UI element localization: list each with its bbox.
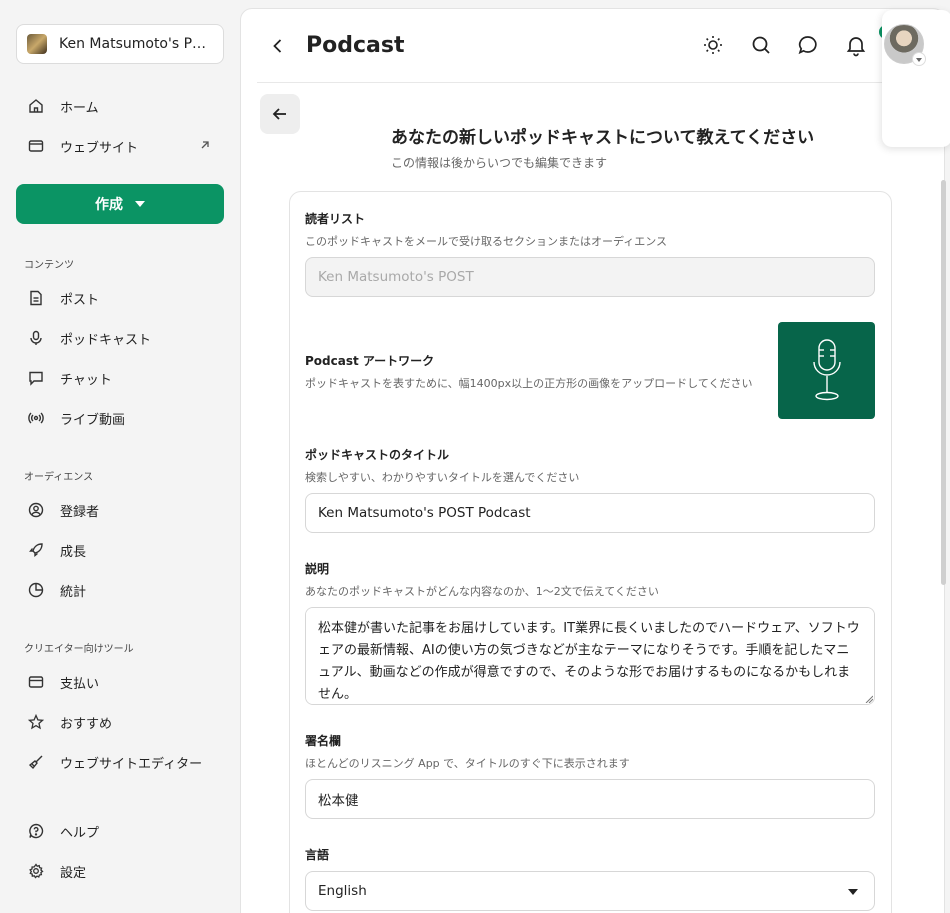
microphone-icon (26, 328, 46, 348)
sidebar-item-podcast[interactable]: ポッドキャスト (16, 320, 224, 356)
user-circle-icon (26, 500, 46, 520)
help-icon (26, 821, 46, 841)
byline-field[interactable] (305, 779, 875, 819)
sun-icon[interactable] (701, 33, 725, 57)
scrollbar[interactable] (941, 180, 946, 585)
rocket-icon (26, 540, 46, 560)
sidebar-item-recommendations[interactable]: おすすめ (16, 704, 224, 740)
sidebar-item-label: ウェブサイト (60, 140, 139, 156)
podcast-title-field[interactable] (305, 493, 875, 533)
sidebar-item-label: ライブ動画 (60, 412, 126, 428)
chevron-down-icon[interactable] (912, 52, 926, 66)
create-button[interactable]: 作成 (16, 184, 224, 224)
sidebar-item-payments[interactable]: 支払い (16, 664, 224, 700)
audience-field (305, 257, 875, 297)
sidebar-item-subscribers[interactable]: 登録者 (16, 492, 224, 528)
sidebar: Ken Matsumoto's PO... ホーム ウェブサイト 作成 コンテン… (0, 0, 240, 913)
sidebar-item-label: 成長 (60, 544, 87, 560)
arrow-left-icon (272, 108, 286, 120)
browser-icon (26, 136, 46, 156)
language-select[interactable]: English (305, 871, 875, 911)
title-help: 検索しやすい、わかりやすいタイトルを選んでください (305, 471, 580, 484)
external-link-icon (201, 141, 209, 149)
byline-help: ほとんどのリスニング App で、タイトルのすぐ下に表示されます (305, 757, 630, 770)
audience-help: このポッドキャストをメールで受け取るセクションまたはオーディエンス (305, 235, 668, 248)
chat-icon[interactable] (796, 33, 820, 57)
sidebar-item-label: ウェブサイトエディター (60, 756, 203, 772)
broadcast-icon (26, 408, 46, 428)
search-icon[interactable] (749, 33, 773, 57)
brush-icon (26, 752, 46, 772)
chat-icon (26, 368, 46, 388)
caret-down-icon (135, 201, 145, 207)
resize-handle-icon[interactable] (865, 695, 873, 703)
sidebar-item-label: ポッドキャスト (60, 332, 152, 348)
sidebar-item-live-video[interactable]: ライブ動画 (16, 400, 224, 436)
sidebar-item-website-editor[interactable]: ウェブサイトエディター (16, 744, 224, 780)
gear-icon (26, 861, 46, 881)
sidebar-item-stats[interactable]: 統計 (16, 572, 224, 608)
sidebar-item-growth[interactable]: 成長 (16, 532, 224, 568)
artwork-help: ポッドキャストを表すために、幅1400px以上の正方形の画像をアップロードしてく… (305, 377, 753, 390)
sidebar-item-label: 設定 (60, 865, 87, 881)
sidebar-item-label: 統計 (60, 584, 87, 600)
create-button-label: 作成 (95, 197, 123, 213)
sidebar-item-label: ポスト (60, 292, 100, 308)
section-title-content: コンテンツ (24, 260, 74, 271)
top-bar: Podcast 2 (257, 9, 932, 83)
home-icon (26, 96, 46, 116)
sidebar-item-label: 登録者 (60, 504, 100, 520)
main-panel: Podcast 2 あなたの新しいポッドキャストについて教えてください この情報… (240, 8, 945, 913)
audience-label: 読者リスト (305, 212, 366, 226)
sidebar-item-home[interactable]: ホーム (16, 88, 224, 124)
form-heading: あなたの新しいポッドキャストについて教えてください (391, 128, 815, 148)
pie-chart-icon (26, 580, 46, 600)
sidebar-item-label: 支払い (60, 676, 100, 692)
credit-card-icon (26, 672, 46, 692)
document-icon (26, 288, 46, 308)
bell-icon[interactable] (844, 33, 868, 57)
description-label: 説明 (305, 562, 330, 576)
chevron-left-icon[interactable] (267, 35, 289, 57)
sidebar-item-label: チャット (60, 372, 112, 388)
sidebar-item-label: ホーム (60, 100, 99, 116)
sidebar-item-settings[interactable]: 設定 (16, 853, 224, 889)
artwork-upload[interactable] (778, 322, 875, 419)
sidebar-item-posts[interactable]: ポスト (16, 280, 224, 316)
language-label: 言語 (305, 848, 330, 862)
sidebar-item-label: おすすめ (60, 716, 113, 732)
back-button[interactable] (260, 94, 300, 134)
star-icon (26, 712, 46, 732)
language-select-value: English (318, 883, 367, 899)
artwork-label: Podcast アートワーク (305, 354, 435, 368)
publication-name: Ken Matsumoto's PO... (59, 36, 213, 52)
sidebar-item-website[interactable]: ウェブサイト (16, 128, 224, 164)
sidebar-item-help[interactable]: ヘルプ (16, 813, 224, 849)
description-field[interactable]: 松本健が書いた記事をお届けしています。IT業界に長くいましたのでハードウェア、ソ… (305, 607, 875, 705)
sidebar-item-label: ヘルプ (60, 825, 100, 841)
caret-down-icon (848, 889, 858, 895)
title-label: ポッドキャストのタイトル (305, 448, 450, 462)
section-title-audience: オーディエンス (24, 472, 94, 483)
page-title: Podcast (306, 33, 405, 58)
description-help: あなたのポッドキャストがどんな内容なのか、1〜2文で伝えてください (305, 585, 659, 598)
section-title-creator-tools: クリエイター向けツール (24, 644, 134, 655)
form-subheading: この情報は後からいつでも編集できます (391, 156, 608, 170)
publication-switcher[interactable]: Ken Matsumoto's PO... (16, 24, 224, 64)
sidebar-item-chat[interactable]: チャット (16, 360, 224, 396)
microphone-icon (812, 338, 841, 400)
byline-label: 署名欄 (305, 734, 342, 748)
publication-logo (27, 34, 47, 54)
